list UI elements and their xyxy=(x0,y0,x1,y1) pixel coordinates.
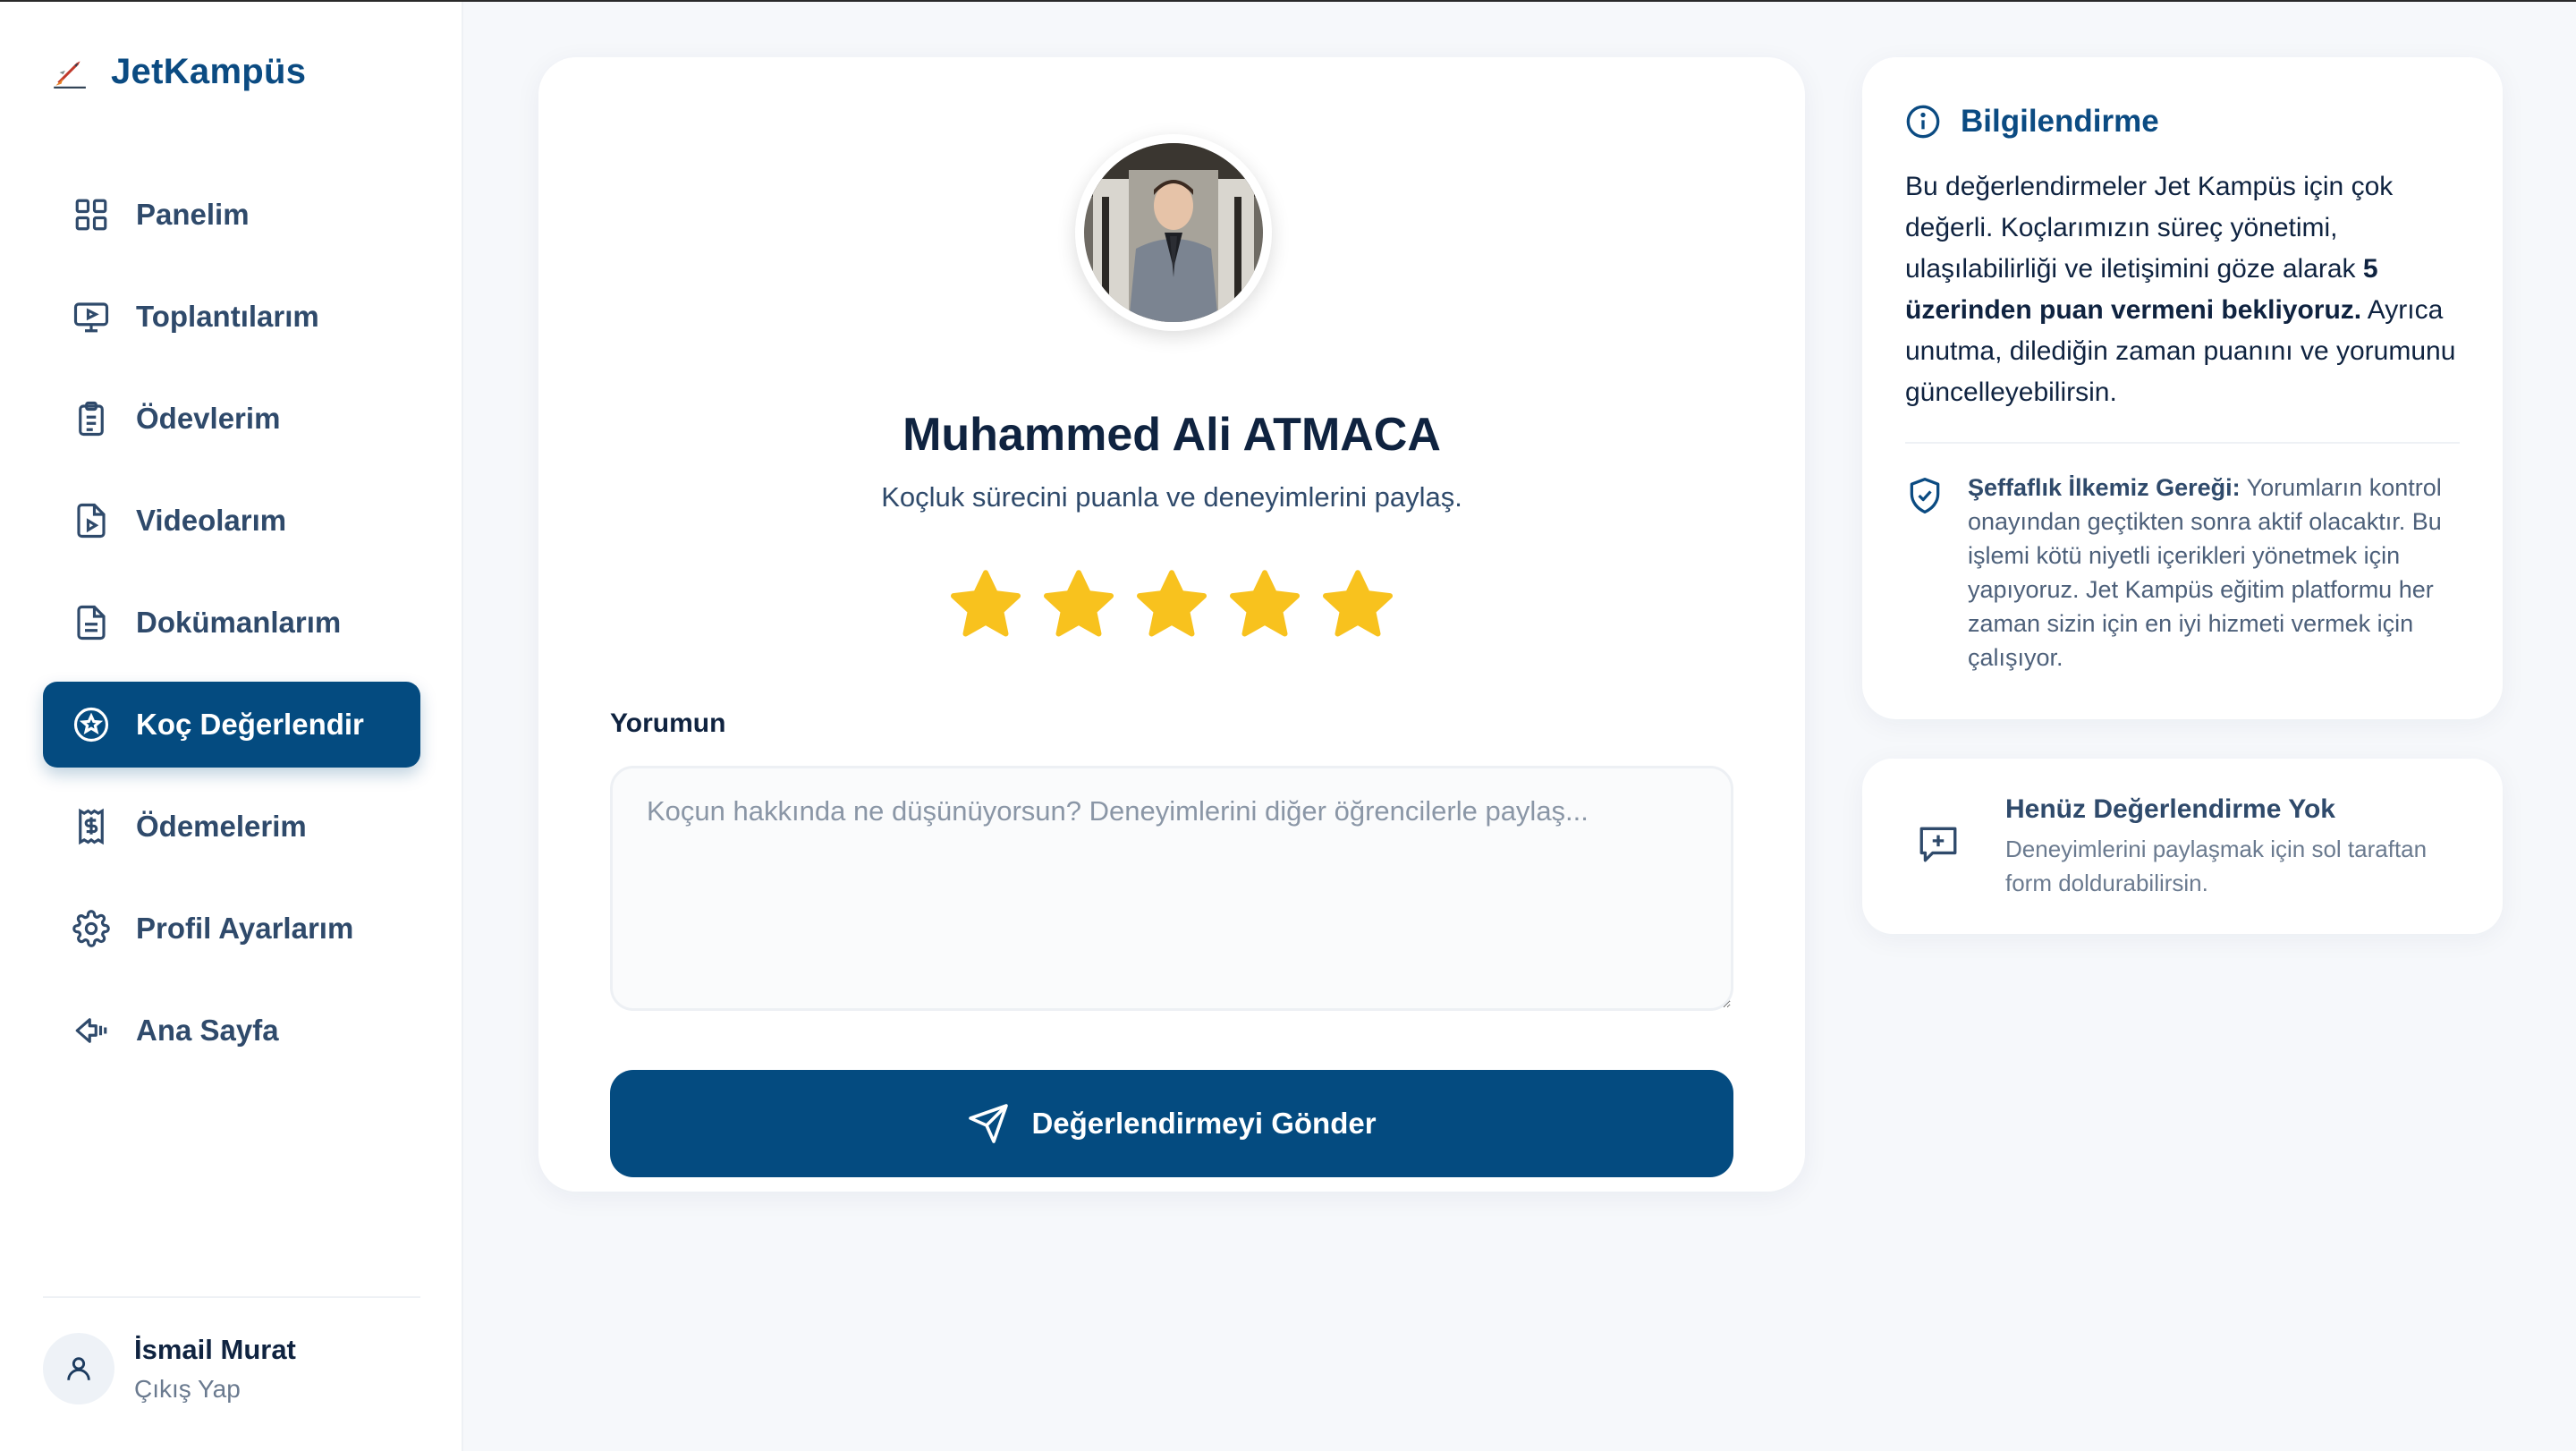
rocket-icon xyxy=(54,60,86,89)
avatar[interactable] xyxy=(43,1333,114,1404)
info-icon xyxy=(1906,105,1940,139)
sidebar-item-label: Ödevlerim xyxy=(136,402,281,435)
sidebar-item-ana-sayfa[interactable]: Ana Sayfa xyxy=(43,988,420,1073)
monitor-play-icon xyxy=(72,297,111,336)
coach-photo xyxy=(1075,134,1272,331)
sidebar-item-label: Ödemelerim xyxy=(136,810,307,843)
policy-body: Yorumların kontrol onayından geçtikten s… xyxy=(1968,474,2442,671)
sidebar-item-toplantilarim[interactable]: Toplantılarım xyxy=(43,274,420,360)
sidebar-item-label: Koç Değerlendir xyxy=(136,708,364,741)
sidebar: JetKampüs Panelim Toplantılarım Ödevleri… xyxy=(0,2,463,1451)
star-badge-icon xyxy=(72,705,111,744)
document-icon xyxy=(72,603,111,642)
sidebar-item-dokumanlarim[interactable]: Dokümanlarım xyxy=(43,580,420,666)
sidebar-item-odemelerim[interactable]: Ödemelerim xyxy=(43,784,420,870)
sidebar-item-panelim[interactable]: Panelim xyxy=(43,172,420,258)
user-name: İsmail Murat xyxy=(134,1334,296,1365)
clipboard-icon xyxy=(72,399,111,438)
brand-name: JetKampüs xyxy=(111,52,307,91)
star-3-icon[interactable] xyxy=(1131,565,1212,646)
sidebar-item-koc-degerlendir[interactable]: Koç Değerlendir xyxy=(43,682,420,768)
sidebar-divider xyxy=(43,1296,420,1298)
logout-link[interactable]: Çıkış Yap xyxy=(134,1375,296,1404)
star-2-icon[interactable] xyxy=(1038,565,1119,646)
star-rating xyxy=(538,565,1805,646)
sidebar-nav: Panelim Toplantılarım Ödevlerim Videolar… xyxy=(43,172,420,1090)
sidebar-item-videolarim[interactable]: Videolarım xyxy=(43,478,420,564)
sidebar-item-label: Videolarım xyxy=(136,504,287,537)
empty-state-title: Henüz Değerlendirme Yok xyxy=(2005,794,2335,824)
empty-state-card: Henüz Değerlendirme Yok Deneyimlerini pa… xyxy=(1862,759,2503,934)
info-text-part: Bu değerlendirmeler Jet Kampüs için çok … xyxy=(1905,172,2394,284)
sidebar-item-label: Dokümanlarım xyxy=(136,606,342,639)
star-4-icon[interactable] xyxy=(1224,565,1305,646)
coach-name: Muhammed Ali ATMACA xyxy=(902,409,1441,461)
gear-icon xyxy=(72,909,111,948)
star-5-icon[interactable] xyxy=(1318,565,1398,646)
info-card: Bilgilendirme Bu değerlendirmeler Jet Ka… xyxy=(1862,57,2503,719)
policy-text: Şeffaflık İlkemiz Gereği: Yorumların kon… xyxy=(1968,471,2478,675)
sidebar-item-label: Toplantılarım xyxy=(136,300,319,333)
empty-state-text: Deneyimlerini paylaşmak için sol tarafta… xyxy=(2005,836,2428,896)
sidebar-item-label: Panelim xyxy=(136,198,250,231)
submit-rating-button[interactable]: Değerlendirmeyi Gönder xyxy=(610,1070,1733,1177)
sidebar-item-profil-ayarlarim[interactable]: Profil Ayarlarım xyxy=(43,886,420,972)
sidebar-item-label: Ana Sayfa xyxy=(136,1014,279,1047)
shield-check-icon xyxy=(1910,478,1940,513)
send-icon xyxy=(969,1104,1009,1143)
grid-icon xyxy=(72,195,111,234)
info-title-row: Bilgilendirme xyxy=(1905,104,2159,140)
comment-textarea[interactable] xyxy=(610,766,1733,1011)
dollar-receipt-icon xyxy=(72,807,111,846)
policy-title: Şeffaflık İlkemiz Gereği: xyxy=(1968,474,2241,501)
message-plus-icon xyxy=(1919,827,1957,862)
sidebar-item-label: Profil Ayarlarım xyxy=(136,912,354,945)
info-title: Bilgilendirme xyxy=(1961,104,2159,139)
arrow-left-icon xyxy=(72,1011,111,1050)
sidebar-item-odevlerim[interactable]: Ödevlerim xyxy=(43,376,420,462)
rating-form-card: Muhammed Ali ATMACA Koçluk sürecini puan… xyxy=(538,57,1805,1192)
video-file-icon xyxy=(72,501,111,540)
transparency-policy: Şeffaflık İlkemiz Gereği: Yorumların kon… xyxy=(1905,471,2478,675)
user-profile: İsmail Murat Çıkış Yap xyxy=(43,1333,296,1404)
user-icon xyxy=(67,1357,90,1380)
coach-subtitle: Koçluk sürecini puanla ve deneyimlerini … xyxy=(881,481,1462,513)
info-divider xyxy=(1905,442,2460,444)
comment-label: Yorumun xyxy=(610,709,726,738)
brand-logo[interactable]: JetKampüs xyxy=(50,52,306,92)
star-1-icon[interactable] xyxy=(945,565,1026,646)
submit-rating-label: Değerlendirmeyi Gönder xyxy=(1031,1107,1377,1140)
info-text: Bu değerlendirmeler Jet Kampüs için çok … xyxy=(1905,166,2469,413)
